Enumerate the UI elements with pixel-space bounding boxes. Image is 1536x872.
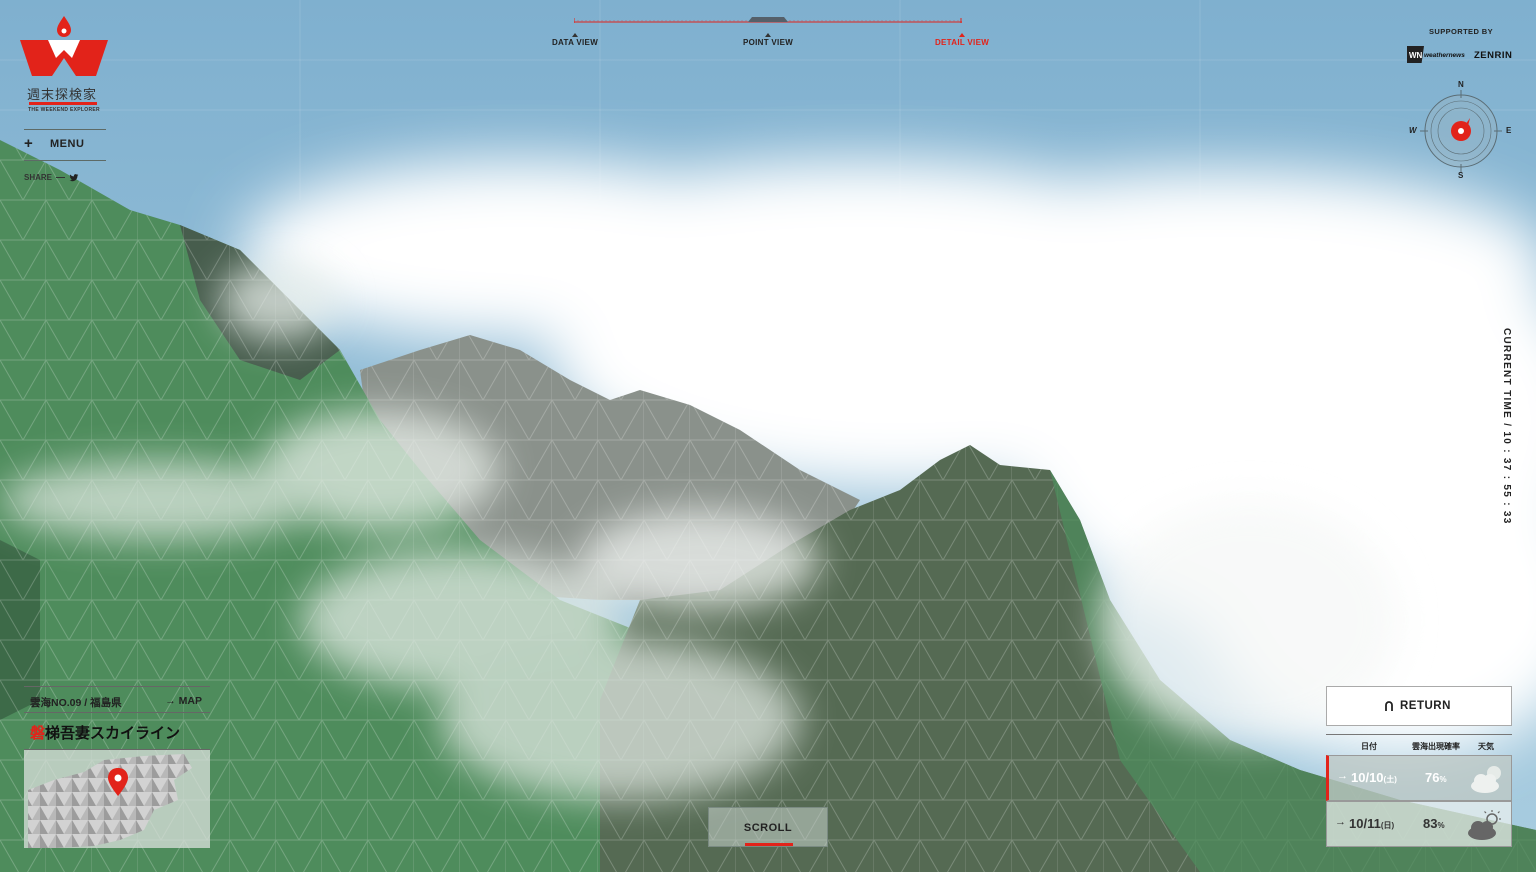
brand-subtitle: THE WEEKEND EXPLORER — [28, 107, 100, 113]
nav-data-view[interactable]: DATA VIEW — [544, 33, 606, 47]
compass[interactable] — [1406, 76, 1516, 186]
forecast-date: 10/10(土) — [1351, 770, 1397, 785]
brand-title: 週末探検家 — [26, 88, 97, 103]
compass-n: N — [1458, 80, 1464, 89]
forecast-header: 日付 雲海出現確率 天気 — [1326, 734, 1512, 755]
compass-w: W — [1409, 126, 1417, 135]
forecast-row[interactable]: → 10/10(土) 76% — [1326, 755, 1512, 801]
view-timeline[interactable] — [574, 17, 962, 23]
nav-point-view[interactable]: POINT VIEW — [736, 33, 800, 47]
svg-text:WN: WN — [1409, 51, 1423, 60]
nav-point-view-label: POINT VIEW — [742, 38, 794, 47]
weathernews-logo[interactable]: weathernews — [1424, 52, 1465, 59]
triangle-up-icon — [959, 33, 965, 37]
map-link[interactable]: → MAP — [165, 695, 202, 707]
mountain-scene[interactable] — [0, 0, 1536, 872]
share-dash — [56, 177, 66, 179]
scroll-button[interactable]: SCROLL — [708, 807, 828, 847]
compass-s: S — [1458, 171, 1464, 180]
forecast-row[interactable]: → 10/11(日) 83% — [1326, 801, 1512, 847]
compass-e: E — [1506, 126, 1512, 135]
location-minimap[interactable] — [24, 750, 210, 848]
location-name-first: 磐 — [30, 725, 46, 742]
location-header: 雲海NO.09 / 福島県 → MAP — [24, 686, 210, 713]
divider — [24, 160, 106, 161]
nav-data-view-label: DATA VIEW — [551, 38, 599, 47]
menu-label: MENU — [50, 138, 85, 150]
nav-detail-view-label: DETAIL VIEW — [934, 38, 990, 47]
divider — [24, 129, 106, 130]
return-button[interactable]: RETURN — [1326, 686, 1512, 726]
brand-underline — [29, 102, 97, 105]
forecast-header-date: 日付 — [1361, 742, 1377, 751]
nav-detail-view[interactable]: DETAIL VIEW — [928, 33, 996, 47]
sun-cloud-icon — [1468, 810, 1501, 840]
arrow-right-icon: → — [165, 695, 179, 707]
forecast-date: 10/11(日) — [1349, 816, 1395, 831]
cloudy-icon — [1471, 766, 1501, 793]
share-row: SHARE — [24, 173, 79, 182]
return-label: RETURN — [1400, 700, 1451, 712]
current-time-text: CURRENT TIME / 10 : 37 : 55 : 33 — [1501, 328, 1512, 525]
forecast-prob: 83% — [1423, 816, 1445, 831]
brand-logo[interactable] — [18, 14, 110, 84]
forecast-prob: 76% — [1425, 770, 1447, 785]
menu-button[interactable]: + MENU — [24, 135, 106, 153]
scroll-label: SCROLL — [743, 822, 793, 834]
scroll-indicator — [745, 843, 793, 846]
triangle-up-icon — [572, 33, 578, 37]
share-label: SHARE — [24, 173, 53, 182]
supported-by-label: SUPPORTED BY — [1429, 27, 1493, 36]
forecast-header-weather: 天気 — [1478, 742, 1494, 751]
arrow-right-icon: → — [1335, 816, 1346, 828]
location-name: 磐 梯吾妻スカイライン — [24, 712, 210, 750]
twitter-icon[interactable] — [69, 174, 79, 182]
forecast-header-prob: 雲海出現確率 — [1412, 742, 1460, 751]
return-icon — [1385, 701, 1393, 711]
current-time: CURRENT TIME / 10 : 37 : 55 : 33 — [1499, 328, 1515, 525]
zenrin-logo[interactable]: ZENRIN — [1474, 50, 1512, 61]
plus-icon: + — [24, 135, 34, 152]
weathernews-logo-icon[interactable]: WN — [1407, 46, 1424, 63]
location-panel: 雲海NO.09 / 福島県 → MAP 磐 梯吾妻スカイライン — [24, 686, 210, 848]
location-number: 雲海NO.09 / 福島県 — [30, 697, 122, 709]
triangle-up-icon — [765, 33, 771, 37]
location-name-rest: 梯吾妻スカイライン — [45, 725, 181, 742]
map-link-label: MAP — [178, 695, 202, 707]
arrow-right-icon: → — [1337, 770, 1348, 782]
